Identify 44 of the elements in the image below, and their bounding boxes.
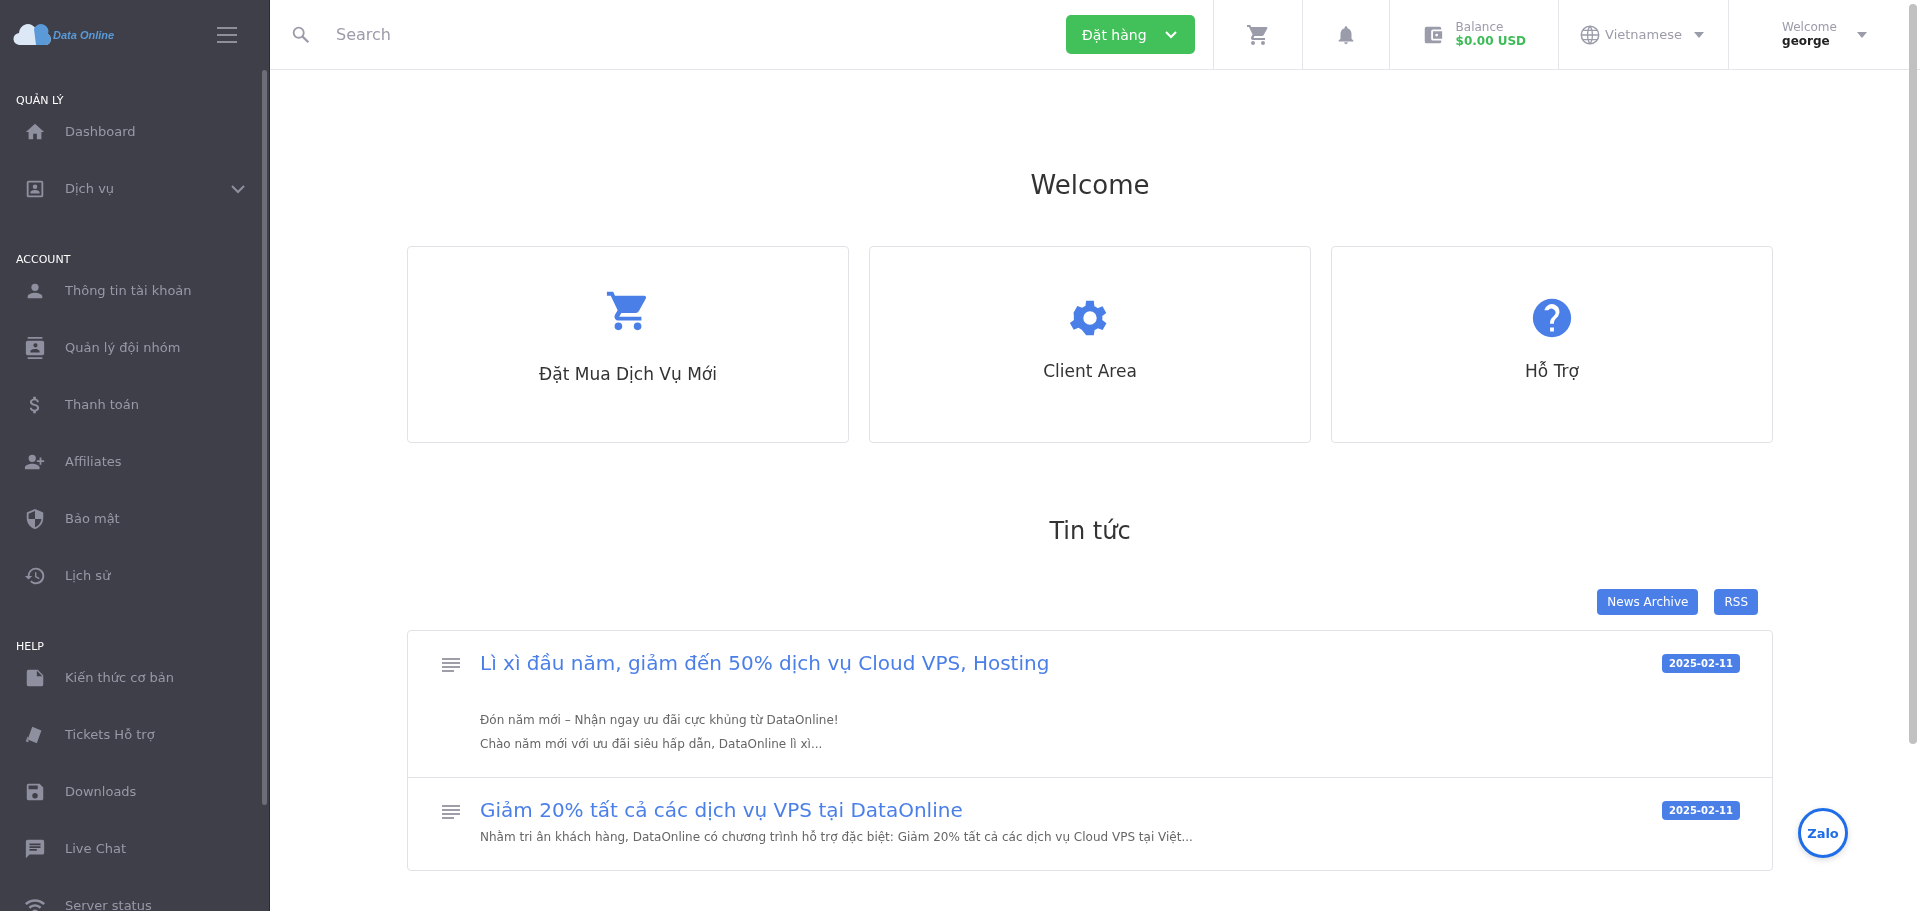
cloud-logo-icon: [12, 23, 52, 47]
news-button[interactable]: News Archive: [1597, 589, 1699, 615]
chat-widget-button[interactable]: Zalo: [1798, 808, 1848, 858]
team-card-icon: [24, 336, 46, 359]
sidebar-item[interactable]: Thanh toán: [0, 376, 269, 433]
order-button[interactable]: Đặt hàng: [1065, 15, 1195, 54]
sidebar-item[interactable]: Live Chat: [0, 820, 269, 877]
chat-icon: [24, 837, 46, 860]
section-heading: QUẢN LÝ: [15, 92, 65, 109]
sidebar-item[interactable]: Quản lý đội nhóm: [0, 319, 269, 376]
balance-label: Balance: [1455, 20, 1505, 35]
article-icon: [442, 657, 460, 673]
sidebar-item[interactable]: Lịch sử: [0, 547, 269, 604]
shortcut-card[interactable]: Hỗ Trợ: [1331, 246, 1773, 443]
shortcut-card[interactable]: Client Area: [869, 246, 1311, 443]
section-heading: Tin tức: [1048, 517, 1132, 545]
news-title-link[interactable]: Giảm 20% tất cả các dịch vụ VPS tại DataOnline: [480, 798, 963, 822]
balance-amount: $0.00 USD: [1455, 34, 1527, 49]
shortcut-card[interactable]: Đặt Mua Dịch Vụ Mới: [407, 246, 849, 443]
user-menu[interactable]: Welcome george: [1728, 0, 1900, 69]
news-title-link[interactable]: Lì xì đầu năm, giảm đến 50% dịch vụ Cloud VPS, Hosting: [480, 651, 1050, 675]
shield-icon: [24, 507, 46, 530]
date-badge: 2025-02-11: [1662, 653, 1740, 673]
news-excerpt: Chào năm mới với ưu đãi siêu hấp dẫn, DataOnline lì xì...: [480, 737, 824, 751]
news-excerpt: Đón năm mới – Nhận ngay ưu đãi cực khủng từ DataOnline!: [480, 713, 840, 727]
sidebar-item[interactable]: Bảo mật: [0, 490, 269, 547]
cart-icon[interactable]: [1245, 22, 1270, 47]
sidebar-item[interactable]: Downloads: [0, 763, 269, 820]
news-excerpt: Nhằm tri ân khách hàng, DataOnline có chương trình hỗ trợ đặc biệt: Giảm 20% tất cả các dịch vụ Cloud VPS tại Việt...: [480, 830, 1194, 844]
chevron-icon: [1164, 30, 1177, 39]
date-badge: 2025-02-11: [1662, 800, 1740, 820]
sidebar-item[interactable]: Affiliates: [0, 433, 269, 490]
sidebar-item[interactable]: Tickets Hỗ trợ: [0, 706, 269, 763]
page-heading: Welcome: [1029, 170, 1151, 200]
menu-icon[interactable]: [217, 27, 237, 43]
news-button[interactable]: RSS: [1714, 589, 1758, 615]
language-selector[interactable]: Vietnamese: [1558, 0, 1728, 69]
globe-icon: [1579, 23, 1602, 46]
article-icon: [442, 804, 460, 820]
sidebar-item[interactable]: Server status: [0, 877, 269, 911]
logo-text: Data Online: [53, 29, 115, 41]
scrollbar[interactable]: [1909, 4, 1917, 744]
scrollbar[interactable]: [262, 70, 267, 805]
sidebar-item[interactable]: Dịch vụ: [0, 160, 269, 217]
